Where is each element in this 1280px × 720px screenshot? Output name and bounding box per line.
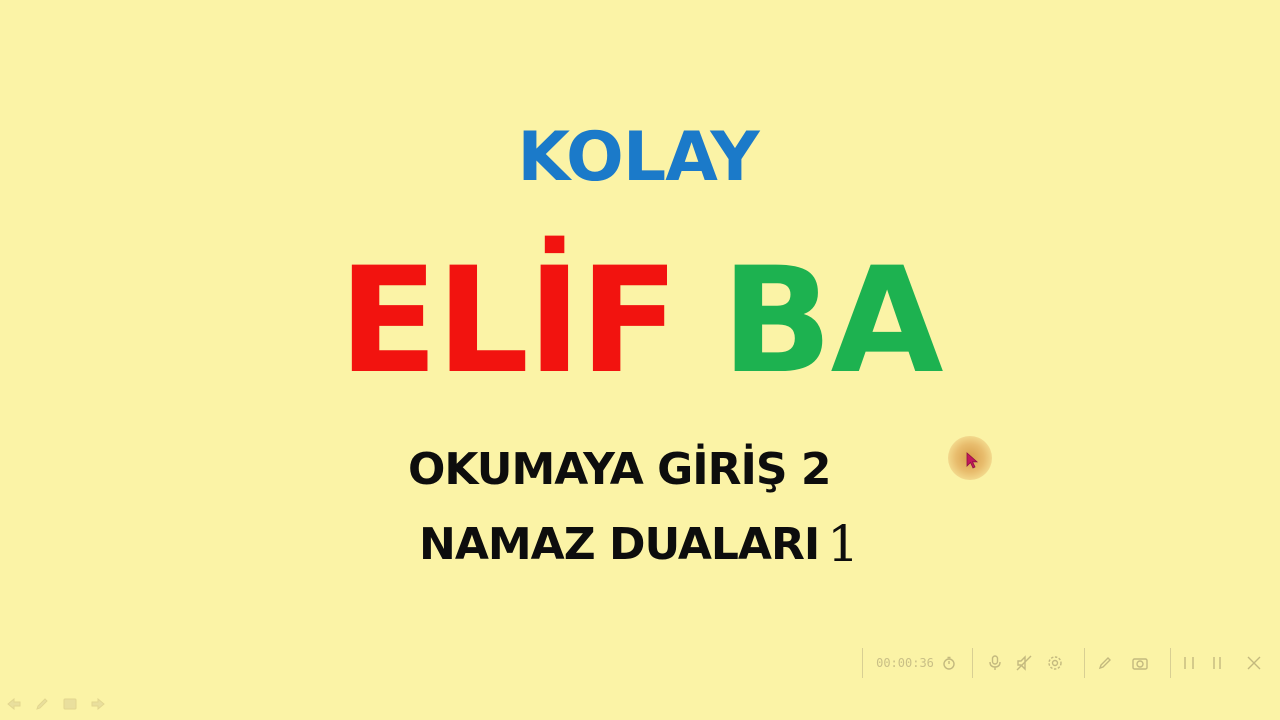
slide-title-kolay: KOLAY (517, 118, 759, 197)
slide-title-elif-ba: ELİF BA (0, 236, 1280, 406)
presentation-slide: KOLAY ELİF BA OKUMAYA GİRİŞ 2 NAMAZ DUALA… (0, 0, 1280, 720)
slideshow-nav-bar (4, 694, 114, 714)
title-word-ba: BA (721, 236, 943, 406)
toolbar-divider (1084, 648, 1085, 678)
pen-tool-icon[interactable] (34, 696, 50, 712)
settings-icon[interactable] (1046, 654, 1064, 672)
toolbar-divider (972, 648, 973, 678)
slide-subtitle-okumaya-giris: OKUMAYA GİRİŞ 2 (408, 444, 831, 495)
recording-timer: 00:00:36 (876, 656, 934, 670)
next-arrow-icon[interactable] (90, 696, 106, 712)
pause-icon[interactable] (1180, 654, 1198, 672)
slide-menu-icon[interactable] (62, 696, 78, 712)
stop-icon[interactable] (1208, 654, 1226, 672)
pen-icon[interactable] (1096, 654, 1114, 672)
toolbar-divider (862, 648, 863, 678)
recording-toolbar: 00:00:36 (862, 648, 1280, 678)
slide-subtitle-namaz-dualari: NAMAZ DUALARI 1 (419, 514, 859, 575)
title-word-elif: ELİF (338, 236, 679, 406)
speaker-muted-icon[interactable] (1014, 654, 1034, 672)
camera-icon[interactable] (1130, 654, 1150, 672)
stopwatch-icon[interactable] (940, 654, 958, 672)
previous-arrow-icon[interactable] (6, 696, 22, 712)
close-icon[interactable] (1244, 654, 1264, 672)
subtitle-text: NAMAZ DUALARI (419, 519, 820, 570)
toolbar-divider (1170, 648, 1171, 678)
mouse-pointer-icon (966, 452, 979, 469)
subtitle-number: 1 (827, 515, 859, 573)
microphone-icon[interactable] (986, 654, 1004, 672)
